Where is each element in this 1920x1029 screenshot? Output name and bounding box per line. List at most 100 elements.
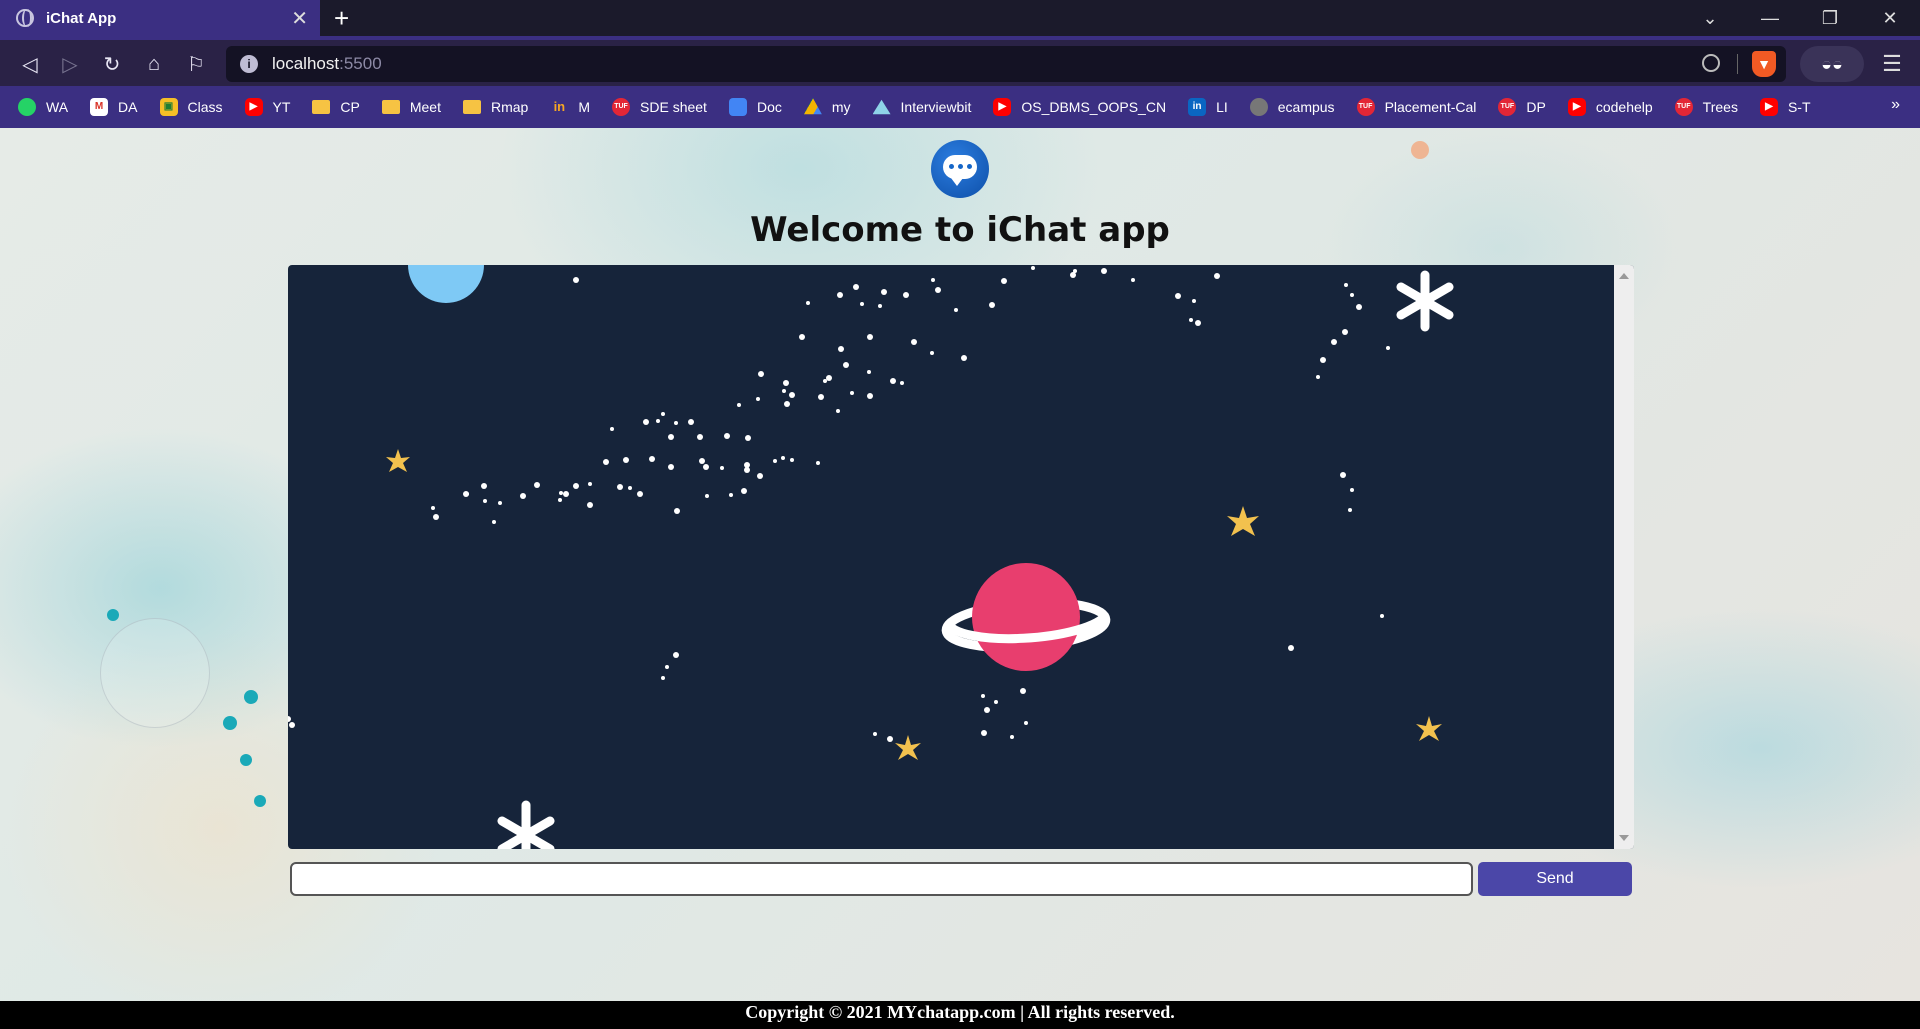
- drive-icon: [803, 98, 822, 115]
- tab-strip: iChat App ✕ + ⌄ — ❐ ✕: [0, 0, 1920, 36]
- bookmark-item[interactable]: ▶ YT: [244, 98, 291, 116]
- divider: [1737, 54, 1738, 74]
- home-icon[interactable]: ⌂: [138, 48, 170, 80]
- youtube-icon: ▶: [1759, 98, 1778, 116]
- bookmark-label: Trees: [1702, 99, 1738, 115]
- docs-icon: [728, 98, 747, 116]
- bookmark-label: WA: [46, 99, 69, 115]
- bookmark-label: DA: [118, 99, 138, 115]
- bookmark-label: LI: [1216, 99, 1228, 115]
- scroll-up-icon[interactable]: [1619, 273, 1629, 279]
- tuf-icon: TUF: [612, 98, 631, 116]
- tab-ichat[interactable]: iChat App ✕: [0, 0, 320, 36]
- bookmark-item[interactable]: Rmap: [462, 99, 529, 115]
- bookmark-label: Doc: [756, 99, 782, 115]
- youtube-icon: ▶: [1567, 98, 1586, 116]
- bookmark-item[interactable]: ecampus: [1249, 98, 1335, 116]
- folder-icon: [312, 100, 331, 114]
- bookmark-item[interactable]: TUF Trees: [1674, 98, 1738, 116]
- bookmark-label: ecampus: [1277, 99, 1335, 115]
- bookmark-item[interactable]: Interviewbit: [872, 98, 972, 116]
- message-container[interactable]: [288, 265, 1634, 849]
- tab-title: iChat App: [46, 9, 117, 27]
- chat-logo-icon: [931, 140, 989, 198]
- bookmark-item[interactable]: TUF SDE sheet: [612, 98, 707, 116]
- bookmark-item[interactable]: ▶ codehelp: [1567, 98, 1653, 116]
- bookmarks-bar: WA M DA ▣ Class ▶ YT CP Meet Rmap in M TUF SDE sheet D…: [0, 86, 1920, 128]
- bookmark-item[interactable]: Meet: [381, 99, 441, 115]
- bookmark-item[interactable]: WA: [18, 98, 68, 116]
- bookmark-label: Interviewbit: [900, 99, 972, 115]
- bookmark-label: codehelp: [1595, 99, 1653, 115]
- message-input[interactable]: [290, 862, 1473, 896]
- new-tab-icon[interactable]: +: [334, 2, 349, 34]
- url-host: localhost: [272, 54, 340, 73]
- folder-icon: [381, 100, 400, 114]
- footer-copyright: Copyright © 2021 MYchatapp.com | All rig…: [0, 1001, 1920, 1029]
- wallet-icon[interactable]: ◒◒: [1800, 46, 1864, 82]
- back-icon[interactable]: ◁: [14, 48, 46, 80]
- bookmark-item[interactable]: ▶ S-T: [1759, 98, 1811, 116]
- bookmark-item[interactable]: Doc: [728, 98, 782, 116]
- decor-drop: [244, 690, 258, 704]
- decor-drop: [223, 716, 237, 730]
- more-bookmarks-icon[interactable]: »: [1891, 96, 1900, 114]
- bookmark-item[interactable]: ▶ OS_DBMS_OOPS_CN: [993, 98, 1166, 116]
- bookmark-item[interactable]: TUF DP: [1498, 98, 1546, 116]
- globe-icon: [16, 9, 34, 27]
- bookmark-item[interactable]: M DA: [90, 98, 138, 116]
- bookmark-label: S-T: [1787, 99, 1811, 115]
- bookmark-label: Meet: [409, 99, 441, 115]
- close-window-icon[interactable]: ✕: [1860, 0, 1920, 36]
- browser-toolbar: ◁ ▷ ↻ ⌂ ⚐ i localhost:5500 ▼ ◒◒ ☰: [0, 36, 1920, 86]
- globe-icon: [1249, 98, 1268, 116]
- youtube-icon: ▶: [244, 98, 263, 116]
- bookmark-item[interactable]: ▣ Class: [159, 98, 223, 116]
- bookmark-label: YT: [272, 99, 291, 115]
- whatsapp-icon: [18, 98, 36, 116]
- forward-icon[interactable]: ▷: [54, 48, 86, 80]
- decor-drop: [254, 795, 266, 807]
- scroll-down-icon[interactable]: [1619, 835, 1629, 841]
- bookmark-icon[interactable]: ⚐: [180, 48, 212, 80]
- tab-search-icon[interactable]: ⌄: [1680, 0, 1740, 36]
- classroom-icon: ▣: [159, 98, 178, 116]
- bookmark-label: Placement-Cal: [1384, 99, 1477, 115]
- folder-icon: [462, 100, 481, 114]
- chat-scrollbar[interactable]: [1614, 265, 1634, 849]
- page-body: Welcome to iChat app Send: [0, 128, 1920, 1001]
- youtube-icon: ▶: [993, 98, 1012, 116]
- bookmark-item[interactable]: in M: [550, 98, 590, 116]
- bookmark-label: SDE sheet: [640, 99, 707, 115]
- bookmark-label: CP: [340, 99, 360, 115]
- bookmark-label: my: [831, 99, 851, 115]
- tuf-icon: TUF: [1356, 98, 1375, 116]
- site-info-icon[interactable]: i: [240, 55, 258, 73]
- page-title: Welcome to iChat app: [750, 210, 1170, 250]
- send-button[interactable]: Send: [1478, 862, 1632, 896]
- bookmark-item[interactable]: CP: [312, 99, 360, 115]
- menu-icon[interactable]: ☰: [1876, 48, 1908, 80]
- brave-shields-icon[interactable]: ▼: [1752, 51, 1776, 77]
- bookmark-label: DP: [1526, 99, 1546, 115]
- reload-icon[interactable]: ↻: [96, 48, 128, 80]
- bookmark-item[interactable]: TUF Placement-Cal: [1356, 98, 1477, 116]
- bookmark-item[interactable]: in LI: [1188, 98, 1228, 116]
- bookmark-label: Rmap: [490, 99, 529, 115]
- bookmark-label: Class: [187, 99, 223, 115]
- bookmark-label: OS_DBMS_OOPS_CN: [1021, 99, 1167, 115]
- bookmark-item[interactable]: my: [803, 98, 851, 116]
- tuf-icon: TUF: [1498, 98, 1517, 116]
- message-form: Send: [290, 862, 1632, 896]
- address-bar[interactable]: i localhost:5500 ▼: [226, 46, 1786, 82]
- interviewbit-icon: [872, 99, 891, 115]
- close-tab-icon[interactable]: ✕: [291, 6, 308, 31]
- decor-drop: [107, 609, 119, 621]
- restore-icon[interactable]: ❐: [1800, 0, 1860, 36]
- minimize-icon[interactable]: —: [1740, 0, 1800, 36]
- decor-drop: [240, 754, 252, 766]
- decor-bubble: [100, 618, 210, 728]
- gmail-icon: M: [90, 98, 109, 116]
- zoom-icon[interactable]: [1702, 54, 1720, 72]
- m-icon: in: [553, 99, 566, 114]
